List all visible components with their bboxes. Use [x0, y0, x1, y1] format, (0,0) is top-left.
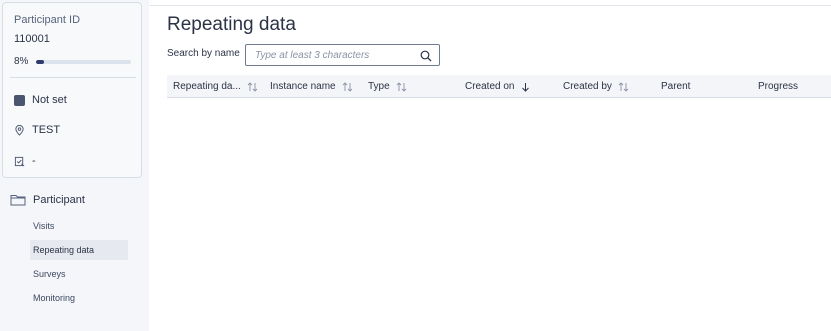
- column-label: Type: [368, 81, 390, 92]
- table-header: Repeating da... Instance name Type Creat…: [167, 75, 831, 98]
- participant-id-label: Participant ID: [14, 14, 81, 26]
- search-label: Search by name: [167, 48, 240, 59]
- nav-item-surveys[interactable]: Surveys: [30, 264, 128, 284]
- progress-bar-fill: [36, 60, 44, 64]
- card-divider: [10, 77, 136, 78]
- checklist-row: -: [14, 153, 36, 169]
- column-header-created-by[interactable]: Created by: [563, 75, 629, 98]
- sort-descending-icon[interactable]: [520, 82, 531, 92]
- participant-id-value: 110001: [14, 33, 50, 45]
- column-label: Created by: [563, 81, 612, 92]
- main-content: Repeating data Search by name Repeating …: [149, 0, 831, 331]
- sort-both-icon[interactable]: [618, 81, 629, 92]
- column-header-progress: Progress: [758, 75, 798, 98]
- checklist-text: -: [32, 155, 36, 167]
- column-label: Progress: [758, 81, 799, 92]
- nav-item-visits[interactable]: Visits: [30, 216, 128, 236]
- status-text: Not set: [32, 94, 67, 106]
- column-label: Instance name: [270, 81, 336, 92]
- search-box[interactable]: [245, 44, 440, 66]
- progress-percent: 8%: [14, 56, 29, 67]
- status-row: Not set: [14, 92, 67, 108]
- search-icon[interactable]: [420, 50, 432, 62]
- progress-bar: [36, 60, 131, 64]
- site-row: TEST: [14, 122, 60, 138]
- sort-both-icon[interactable]: [396, 81, 407, 92]
- nav-item-monitoring[interactable]: Monitoring: [30, 288, 128, 308]
- column-header-type[interactable]: Type: [368, 75, 407, 98]
- folder-icon: [10, 195, 26, 206]
- location-pin-icon: [15, 124, 24, 136]
- column-label: Created on: [465, 81, 515, 92]
- column-label: Repeating da...: [173, 81, 241, 92]
- sort-both-icon[interactable]: [247, 81, 258, 92]
- column-header-created-on[interactable]: Created on: [465, 75, 531, 98]
- nav-item-repeating-data[interactable]: Repeating data: [30, 240, 128, 260]
- participant-card: Participant ID 110001 8% Not set TEST -: [2, 2, 142, 178]
- column-header-repeating-data[interactable]: Repeating da...: [173, 75, 258, 98]
- column-label: Parent: [661, 81, 691, 92]
- nav-participant-folder[interactable]: Participant: [10, 194, 85, 206]
- search-input[interactable]: [255, 48, 415, 62]
- checklist-icon: [14, 156, 25, 166]
- sort-both-icon[interactable]: [342, 81, 353, 92]
- page-title: Repeating data: [167, 14, 296, 35]
- status-square-icon: [14, 94, 25, 106]
- left-panel: Participant ID 110001 8% Not set TEST -: [0, 0, 149, 331]
- column-header-parent: Parent: [661, 75, 690, 98]
- top-divider: [149, 5, 831, 6]
- site-text: TEST: [32, 124, 61, 136]
- column-header-instance-name[interactable]: Instance name: [270, 75, 353, 98]
- nav-folder-label: Participant: [33, 194, 85, 206]
